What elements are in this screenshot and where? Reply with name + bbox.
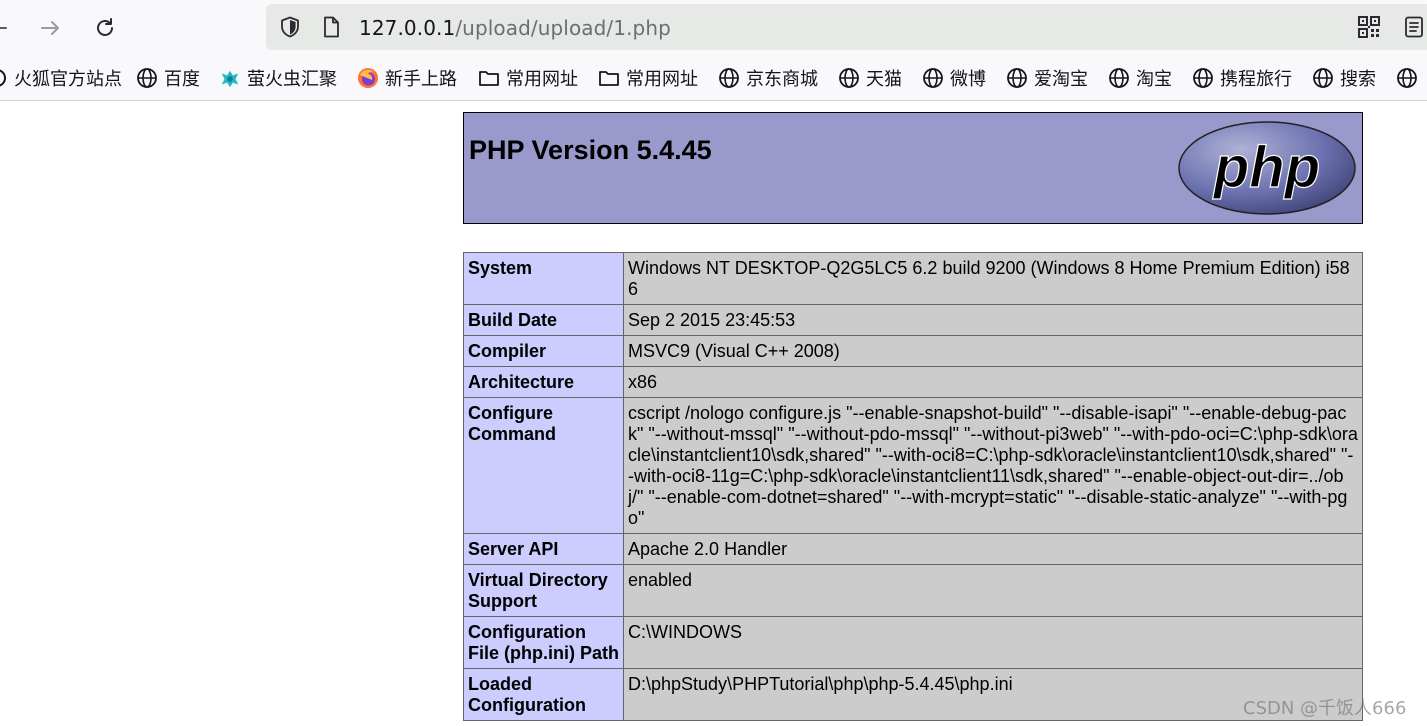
row-key: Architecture bbox=[463, 366, 624, 398]
php-version-title: PHP Version 5.4.45 bbox=[469, 135, 712, 165]
globe-icon bbox=[1006, 67, 1028, 89]
phpinfo-header: PHP Version 5.4.45 php bbox=[463, 112, 1363, 224]
bookmark-6[interactable]: 京东商城 bbox=[718, 66, 818, 90]
bookmark-label: 京东商城 bbox=[746, 69, 818, 90]
back-arrow-icon bbox=[0, 27, 7, 29]
globe-icon bbox=[136, 67, 158, 89]
globe-icon bbox=[718, 67, 740, 89]
bookmark-1[interactable]: 百度 bbox=[136, 66, 200, 90]
bookmark-4[interactable]: 常用网址 bbox=[478, 66, 578, 90]
row-value: MSVC9 (Visual C++ 2008) bbox=[623, 335, 1363, 367]
bookmark-3[interactable]: 新手上路 bbox=[357, 66, 457, 90]
tracking-protection-shield-icon[interactable] bbox=[278, 15, 302, 39]
table-row: Virtual Directory Support enabled bbox=[463, 564, 1363, 617]
row-value: cscript /nologo configure.js "--enable-s… bbox=[623, 397, 1363, 534]
bookmark-label: 爱淘宝 bbox=[1034, 69, 1088, 90]
bookmark-label: 微博 bbox=[950, 69, 986, 90]
bookmark-8[interactable]: 微博 bbox=[922, 66, 986, 90]
globe-icon bbox=[1312, 67, 1334, 89]
qr-code-icon[interactable] bbox=[1357, 15, 1381, 39]
bookmark-0[interactable]: 火狐官方站点 bbox=[0, 66, 122, 90]
globe-icon bbox=[838, 67, 860, 89]
row-key: Virtual Directory Support bbox=[463, 564, 624, 617]
url-text[interactable]: 127.0.0.1/upload/upload/1.php bbox=[359, 16, 671, 40]
table-row: System Windows NT DESKTOP-Q2G5LC5 6.2 bu… bbox=[463, 252, 1363, 305]
row-key: Configure Command bbox=[463, 397, 624, 534]
back-button[interactable] bbox=[0, 8, 18, 48]
bookmark-9[interactable]: 爱淘宝 bbox=[1006, 66, 1088, 90]
address-bar[interactable]: 127.0.0.1/upload/upload/1.php bbox=[266, 4, 1427, 50]
globe-icon bbox=[1108, 67, 1130, 89]
url-host: 127.0.0.1 bbox=[359, 16, 456, 40]
bookmark-label: 搜索 bbox=[1340, 69, 1376, 90]
forward-arrow-icon bbox=[41, 21, 59, 35]
bookmark-5[interactable]: 常用网址 bbox=[598, 66, 698, 90]
bookmark-10[interactable]: 淘宝 bbox=[1108, 66, 1172, 90]
php-logo-text: php bbox=[1212, 135, 1320, 200]
firefly-icon bbox=[219, 67, 241, 89]
phpinfo-table: System Windows NT DESKTOP-Q2G5LC5 6.2 bu… bbox=[463, 252, 1363, 721]
globe-icon bbox=[1396, 67, 1418, 89]
firefox-icon bbox=[357, 67, 379, 89]
bookmark-label: 萤火虫汇聚 bbox=[247, 69, 337, 90]
table-row: Loaded Configuration D:\phpStudy\PHPTuto… bbox=[463, 668, 1363, 721]
row-key: Loaded Configuration bbox=[463, 668, 624, 721]
reload-icon bbox=[97, 18, 113, 36]
row-value: Windows NT DESKTOP-Q2G5LC5 6.2 build 920… bbox=[623, 252, 1363, 305]
bookmark-label: 常用网址 bbox=[506, 69, 578, 90]
bookmark-label: 常用网址 bbox=[626, 69, 698, 90]
row-value: Apache 2.0 Handler bbox=[623, 533, 1363, 565]
bookmark-label: 淘宝 bbox=[1136, 69, 1172, 90]
table-row: Compiler MSVC9 (Visual C++ 2008) bbox=[463, 335, 1363, 367]
reload-button[interactable] bbox=[85, 8, 125, 48]
reader-view-icon[interactable] bbox=[1402, 15, 1426, 39]
bookmark-12[interactable]: 搜索 bbox=[1312, 66, 1376, 90]
csdn-watermark: CSDN @千饭人666 bbox=[1243, 698, 1407, 719]
bookmark-2[interactable]: 萤火虫汇聚 bbox=[219, 66, 337, 90]
globe-icon bbox=[1192, 67, 1214, 89]
bookmark-label: 火狐官方站点 bbox=[14, 69, 122, 90]
row-key: Compiler bbox=[463, 335, 624, 367]
bookmark-overflow[interactable] bbox=[1396, 66, 1424, 90]
bookmark-label: 百度 bbox=[164, 69, 200, 90]
bookmark-7[interactable]: 天猫 bbox=[838, 66, 902, 90]
table-row: Architecture x86 bbox=[463, 366, 1363, 398]
browser-toolbar: 127.0.0.1/upload/upload/1.php bbox=[0, 0, 1427, 56]
table-row: Server API Apache 2.0 Handler bbox=[463, 533, 1363, 565]
folder-icon bbox=[598, 67, 620, 89]
row-value: C:\WINDOWS bbox=[623, 616, 1363, 669]
row-value: x86 bbox=[623, 366, 1363, 398]
bookmark-label: 新手上路 bbox=[385, 69, 457, 90]
url-path: /upload/upload/1.php bbox=[455, 16, 671, 40]
row-value: Sep 2 2015 23:45:53 bbox=[623, 304, 1363, 336]
bookmark-label: 携程旅行 bbox=[1220, 69, 1292, 90]
bookmark-11[interactable]: 携程旅行 bbox=[1192, 66, 1292, 90]
row-key: Configuration File (php.ini) Path bbox=[463, 616, 624, 669]
row-key: Server API bbox=[463, 533, 624, 565]
table-row: Configuration File (php.ini) Path C:\WIN… bbox=[463, 616, 1363, 669]
table-row: Build Date Sep 2 2015 23:45:53 bbox=[463, 304, 1363, 336]
row-value: enabled bbox=[623, 564, 1363, 617]
page-info-icon[interactable] bbox=[319, 15, 343, 39]
globe-icon bbox=[922, 67, 944, 89]
row-key: Build Date bbox=[463, 304, 624, 336]
table-row: Configure Command cscript /nologo config… bbox=[463, 397, 1363, 534]
folder-icon bbox=[478, 67, 500, 89]
bookmarks-bar: 火狐官方站点 百度 萤火虫汇聚 新手上路 常用网址 常用网址 京东商城 天猫 微… bbox=[0, 56, 1427, 101]
row-key: System bbox=[463, 252, 624, 305]
firefox-partial-icon bbox=[0, 67, 8, 89]
forward-button[interactable] bbox=[31, 8, 71, 48]
php-logo: php bbox=[1178, 121, 1356, 215]
bookmark-label: 天猫 bbox=[866, 69, 902, 90]
